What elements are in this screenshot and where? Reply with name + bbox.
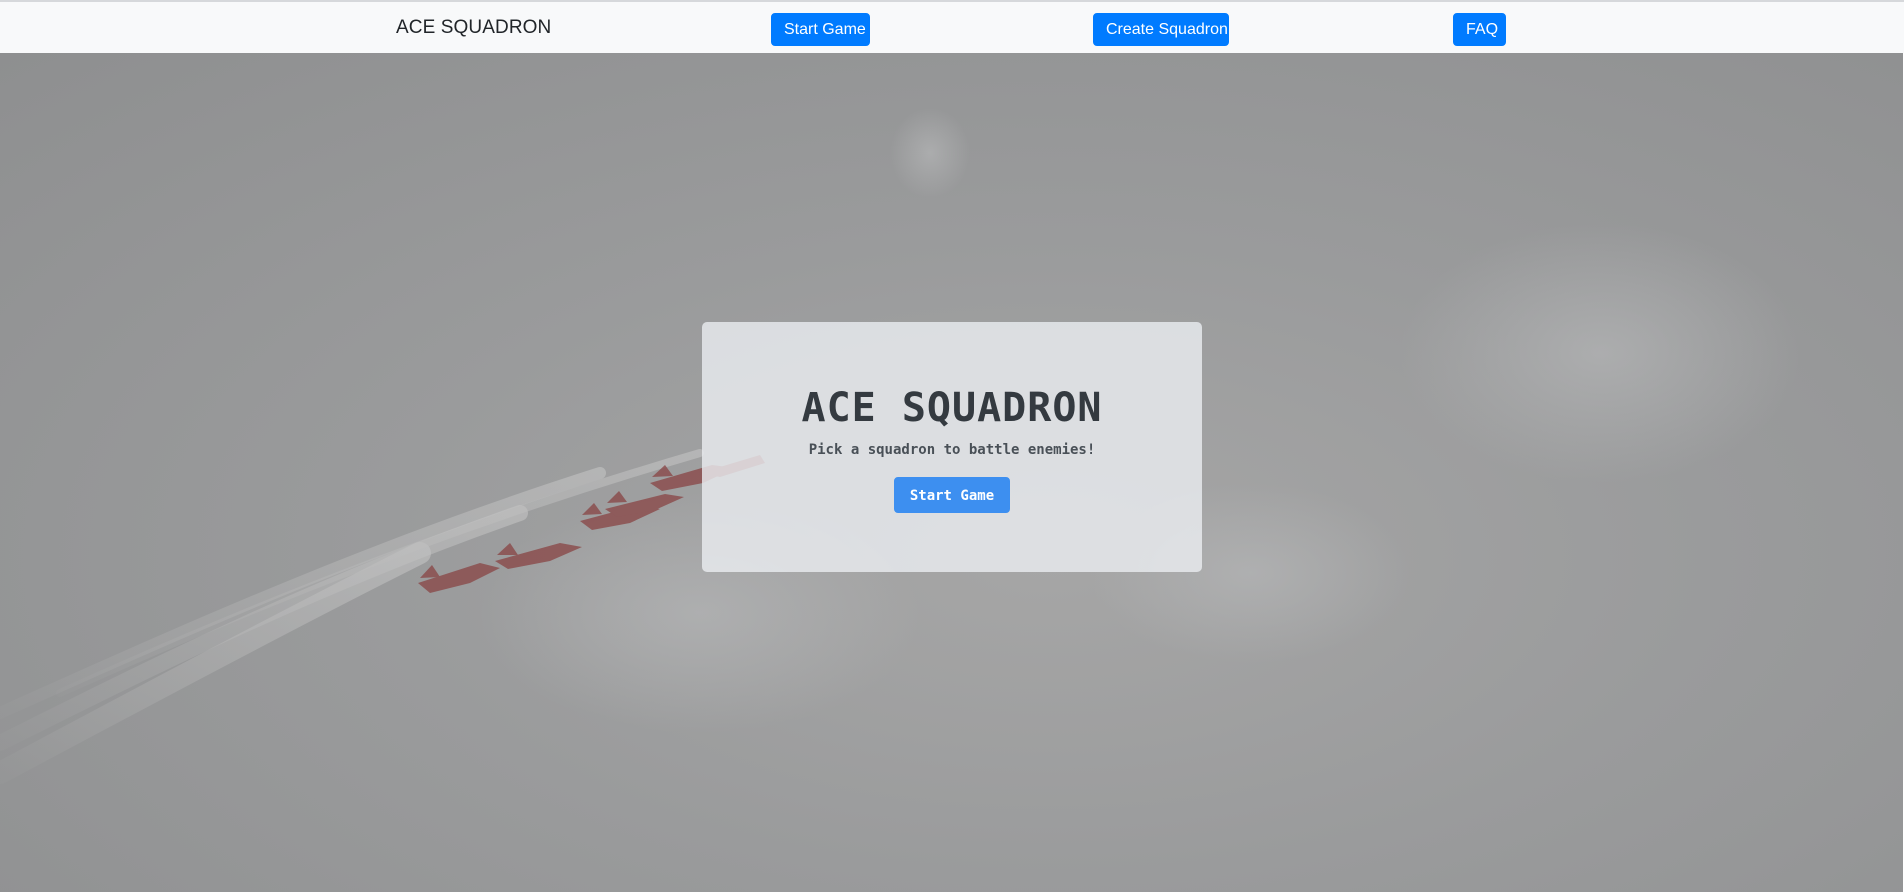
top-navbar: ACE SQUADRON Start Game Create Squadron …: [0, 0, 1904, 53]
nav-create-squadron-button[interactable]: Create Squadron: [1093, 13, 1229, 46]
nav-start-game-button[interactable]: Start Game: [771, 13, 870, 46]
hero-card: ACE SQUADRON Pick a squadron to battle e…: [702, 322, 1202, 572]
page: ACE SQUADRON Start Game Create Squadron …: [0, 0, 1904, 893]
hero-start-game-button[interactable]: Start Game: [894, 477, 1010, 513]
brand-link[interactable]: ACE SQUADRON: [396, 17, 551, 39]
nav-faq-button[interactable]: FAQ: [1453, 13, 1506, 46]
hero-subtitle: Pick a squadron to battle enemies!: [808, 442, 1096, 458]
hero-title: ACE SQUADRON: [801, 385, 1103, 431]
